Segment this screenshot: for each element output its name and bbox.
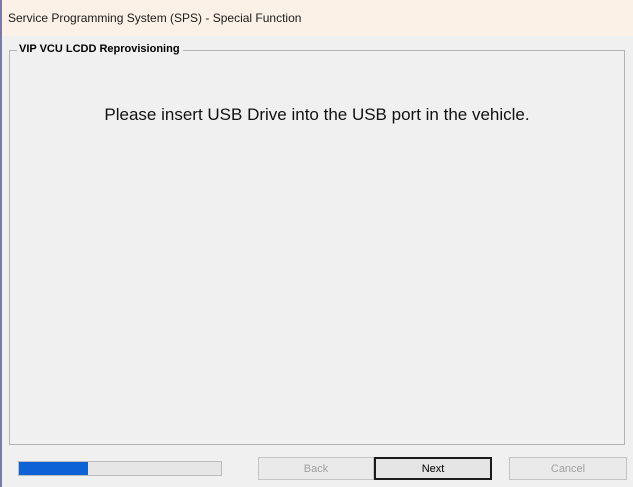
back-button[interactable]: Back — [258, 457, 374, 480]
groupbox-legend: VIP VCU LCDD Reprovisioning — [17, 43, 183, 55]
progress-bar-fill — [19, 462, 88, 475]
reprovisioning-groupbox: VIP VCU LCDD Reprovisioning Please inser… — [9, 43, 625, 445]
next-button[interactable]: Next — [374, 457, 492, 480]
window-title: Service Programming System (SPS) - Speci… — [8, 11, 302, 25]
cancel-button[interactable]: Cancel — [509, 457, 627, 480]
title-bar[interactable]: Service Programming System (SPS) - Speci… — [2, 0, 633, 36]
progress-bar — [18, 461, 222, 476]
instruction-message: Please insert USB Drive into the USB por… — [104, 105, 530, 124]
dialog-body: VIP VCU LCDD Reprovisioning Please inser… — [2, 36, 633, 487]
sps-dialog-window: Service Programming System (SPS) - Speci… — [0, 0, 633, 487]
